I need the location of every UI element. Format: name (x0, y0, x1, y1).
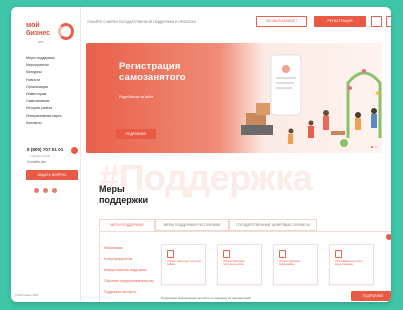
tab-regional-support[interactable]: МЕРЫ ПОДДЕРЖКИ РЕСПУБЛИКИ (155, 219, 229, 231)
document-icon (167, 250, 174, 258)
card-label: Программа льготного кредитования (335, 259, 363, 267)
facebook-icon[interactable] (43, 188, 48, 193)
top-bar: УЗНАЙТЕ О МЕРАХ ГОСУДАРСТВЕННОЙ ПОДДЕРЖК… (81, 7, 391, 37)
tab-digital-services[interactable]: ГОСУДАРСТВЕННЫЕ ЦИФРОВЫЕ СЕРВИСЫ (229, 219, 317, 231)
sidebar-item-support[interactable]: Меры поддержки (26, 55, 78, 62)
support-category-list: Финансовая Консультационная Имущественна… (104, 246, 154, 301)
youtube-icon[interactable] (52, 188, 57, 193)
accessibility-icon[interactable] (371, 16, 382, 27)
document-icon (223, 250, 230, 258)
carousel-dots (371, 146, 377, 148)
banner-title: Регистрация самозанятого (119, 61, 186, 83)
support-title-line1: Меры (99, 184, 125, 194)
call-icon[interactable] (71, 147, 78, 154)
card-label: Предоставление льготного займа (167, 259, 202, 267)
sidebar-nav: Меры поддержки Мероприятия Конкурсы Ново… (26, 55, 78, 127)
support-card[interactable]: Предоставление поручительства (217, 244, 262, 285)
search-icon[interactable] (386, 16, 391, 27)
browser-frame: мой бизнес ufa Меры поддержки Мероприяти… (11, 7, 391, 302)
banner-more-button[interactable]: ПОДРОБНЕЕ (116, 129, 156, 139)
support-card[interactable]: Предоставление микрозайма (273, 244, 318, 285)
logo-line1: мой (26, 22, 40, 29)
support-more-button[interactable]: ПОДРОБНЕЕ (351, 291, 391, 301)
support-section-title: Меры поддержки (99, 184, 148, 206)
sidebar-item-news[interactable]: Новости (26, 77, 78, 84)
logo-line3: ufa (38, 39, 44, 44)
category-financial[interactable]: Финансовая (104, 246, 154, 250)
carousel-dot[interactable] (371, 146, 373, 148)
category-export[interactable]: Поддержка экспорта (104, 290, 154, 294)
banner-title-line2: самозанятого (119, 72, 186, 83)
logo[interactable]: мой бизнес ufa (24, 22, 74, 50)
sidebar-item-self-employed[interactable]: Самозанятым (26, 98, 78, 105)
category-education[interactable]: Обучение предпринимательству (104, 279, 154, 283)
support-tabs: МЕРЫ ПОДДЕРЖКИ МЕРЫ ПОДДЕРЖКИ РЕСПУБЛИКИ… (99, 219, 379, 231)
vk-icon[interactable] (34, 188, 39, 193)
support-panel: Финансовая Консультационная Имущественна… (99, 231, 391, 302)
sidebar-item-events[interactable]: Мероприятия (26, 62, 78, 69)
top-bar-text: УЗНАЙТЕ О МЕРАХ ГОСУДАРСТВЕННОЙ ПОДДЕРЖК… (87, 20, 196, 24)
online-chat-link[interactable]: Онлайн-чат (27, 160, 46, 164)
card-label: Предоставление микрозайма (279, 259, 301, 267)
sidebar-item-map[interactable]: Интерактивная карта (26, 113, 78, 120)
logo-line2: бизнес (26, 30, 51, 37)
registration-button[interactable]: РЕГИСТРАЦИЯ (314, 16, 366, 27)
document-icon (335, 250, 342, 258)
category-property[interactable]: Имущественная поддержка (104, 268, 154, 272)
tab-support[interactable]: МЕРЫ ПОДДЕРЖКИ (99, 219, 155, 231)
hero-banner[interactable]: Регистрация самозанятого Подробности на … (86, 43, 382, 153)
banner-subtitle: Подробности на сайте (119, 95, 154, 99)
social-links (34, 188, 57, 193)
document-icon (279, 250, 286, 258)
support-card[interactable]: Программа льготного кредитования (329, 244, 374, 285)
sidebar-item-contacts[interactable]: Контакты (26, 120, 78, 127)
carousel-dot[interactable] (375, 146, 377, 148)
sidebar-item-organizations[interactable]: Организации (26, 84, 78, 91)
sidebar-item-contests[interactable]: Конкурсы (26, 69, 78, 76)
panel-note: Подробная информация на сайте по каждому… (161, 296, 251, 300)
card-label: Предоставление поручительства (223, 259, 245, 267)
personal-account-button[interactable]: ЛИЧНЫЙ КАБИНЕТ (256, 16, 307, 27)
banner-title-line1: Регистрация (119, 61, 181, 72)
close-icon[interactable] (386, 234, 391, 240)
sidebar: мой бизнес ufa Меры поддержки Мероприяти… (11, 7, 81, 302)
sidebar-item-investors[interactable]: Инвесторам (26, 91, 78, 98)
hotline-phone[interactable]: 8 (800) 707 01 01 (27, 147, 63, 152)
support-cards: Предоставление льготного займа Предостав… (161, 244, 374, 285)
copyright: © Мой бизнес 2021 (15, 294, 39, 297)
ask-question-button[interactable]: ЗАДАТЬ ВОПРОС (26, 170, 78, 180)
support-title-line2: поддержки (99, 195, 149, 205)
logo-swirl-icon (58, 23, 74, 40)
support-card[interactable]: Предоставление льготного займа (161, 244, 206, 285)
category-consulting[interactable]: Консультационная (104, 257, 154, 261)
sidebar-item-success[interactable]: История успеха (26, 105, 78, 112)
hotline-caption: горячая линия (30, 154, 51, 158)
